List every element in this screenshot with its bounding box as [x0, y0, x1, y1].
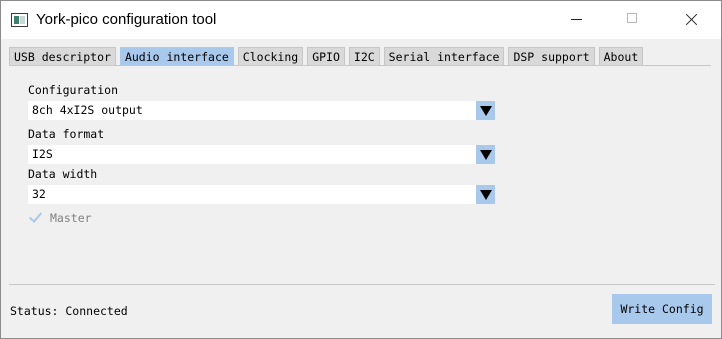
window-title: York-pico configuration tool [36, 11, 217, 28]
tab-i2c[interactable]: I2C [348, 47, 380, 65]
tab-gpio[interactable]: GPIO [307, 47, 345, 65]
tab-about[interactable]: About [598, 47, 644, 65]
data-format-value: I2S [32, 147, 53, 161]
triangle-down-icon[interactable] [476, 185, 495, 204]
tab-clocking[interactable]: Clocking [237, 47, 304, 65]
maximize-icon[interactable] [609, 1, 655, 39]
tab-divider [9, 65, 711, 66]
data-width-value: 32 [32, 187, 46, 201]
app-icon [11, 13, 28, 27]
data-format-label: Data format [28, 127, 105, 141]
triangle-down-icon[interactable] [476, 145, 495, 164]
master-label: Master [50, 211, 92, 225]
minimize-icon[interactable] [553, 1, 599, 39]
tab-audio-interface[interactable]: Audio interface [119, 47, 234, 65]
tab-serial-interface[interactable]: Serial interface [383, 47, 505, 65]
data-format-select[interactable]: I2S [28, 145, 495, 164]
checkmark-icon [28, 209, 43, 223]
app-window: York-pico configuration tool USB descrip… [0, 0, 722, 339]
tab-bar: USB descriptor Audio interface Clocking … [9, 47, 644, 65]
configuration-value: 8ch 4xI2S output [32, 103, 143, 117]
title-bar: York-pico configuration tool [1, 1, 721, 39]
status-text: Status: Connected [10, 304, 128, 318]
write-config-button[interactable]: Write Config [612, 294, 712, 324]
status-divider [9, 284, 715, 285]
tab-dsp-support[interactable]: DSP support [508, 47, 595, 65]
data-width-select[interactable]: 32 [28, 185, 495, 204]
tab-usb-descriptor[interactable]: USB descriptor [9, 47, 116, 65]
triangle-down-icon[interactable] [476, 101, 495, 120]
data-width-label: Data width [28, 167, 98, 181]
configuration-select[interactable]: 8ch 4xI2S output [28, 101, 495, 120]
configuration-label: Configuration [28, 83, 119, 97]
close-icon[interactable] [669, 1, 715, 39]
